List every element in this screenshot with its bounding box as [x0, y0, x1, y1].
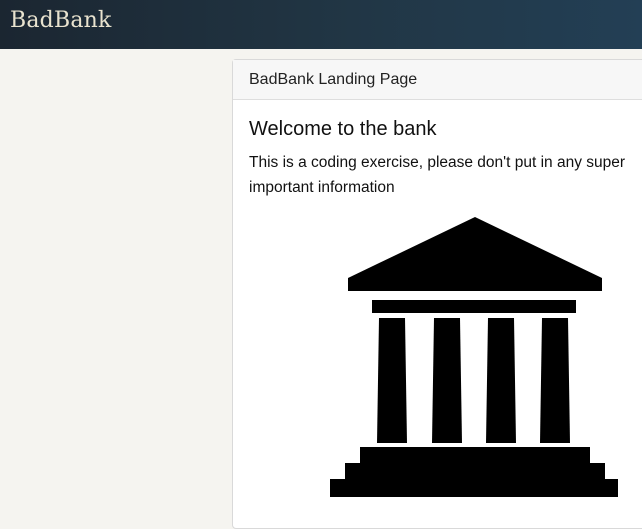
- bank-building-icon: [330, 217, 620, 507]
- card-title: Welcome to the bank: [249, 118, 437, 140]
- brand-link[interactable]: BadBank: [10, 8, 112, 33]
- landing-card: BadBank Landing Page Welcome to the bank…: [232, 59, 642, 529]
- card-header: BadBank Landing Page: [233, 60, 642, 100]
- navbar: BadBank: [0, 0, 642, 49]
- card-text: This is a coding exercise, please don't …: [249, 154, 626, 196]
